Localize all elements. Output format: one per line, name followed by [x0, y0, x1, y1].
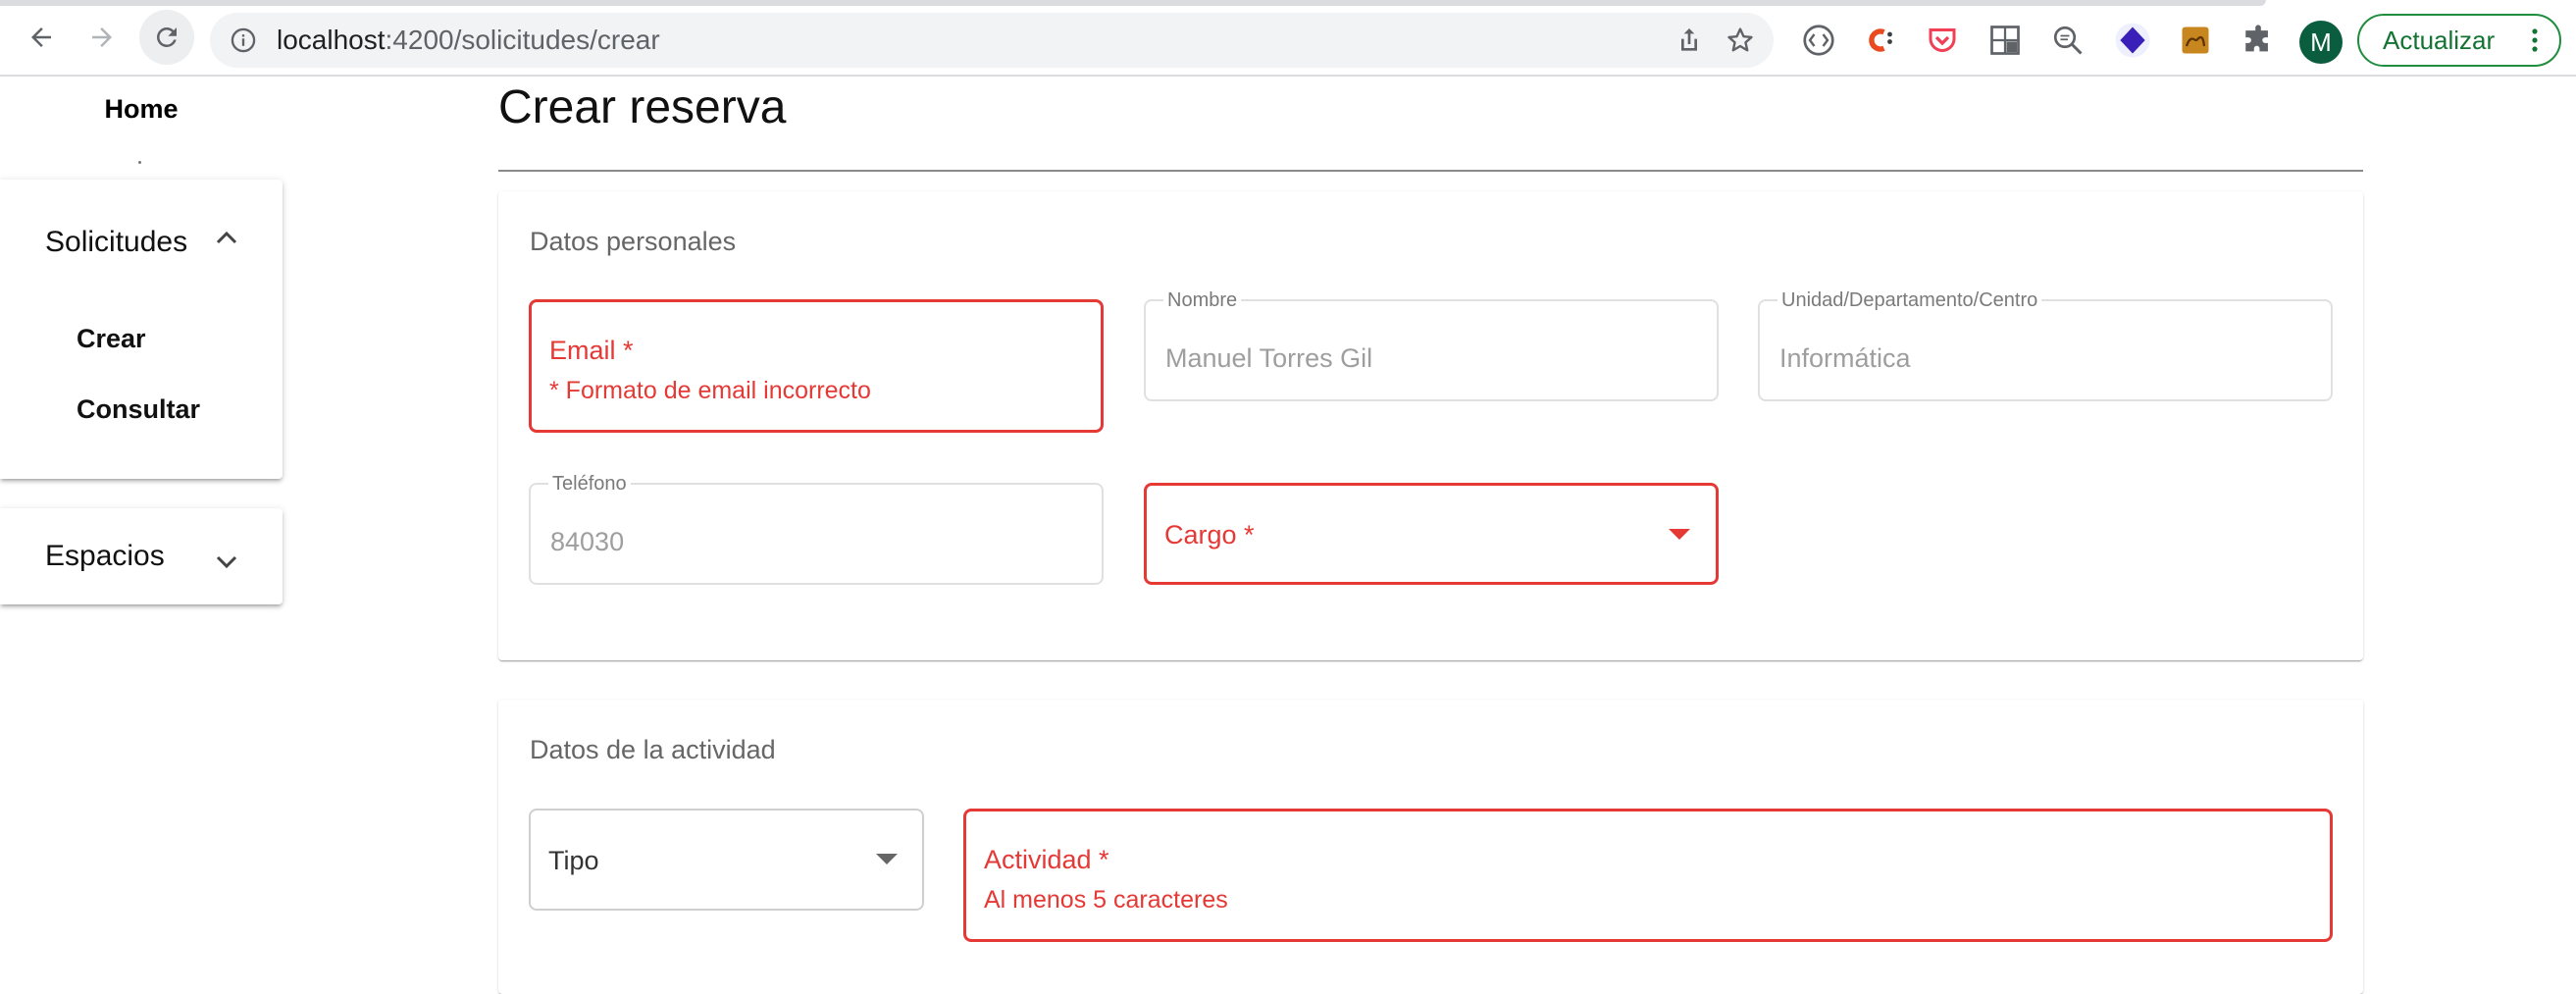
- email-label: Email *: [549, 336, 634, 365]
- camel-icon[interactable]: [2176, 21, 2215, 60]
- email-error-message: * Formato de email incorrecto: [549, 377, 871, 404]
- tipo-select[interactable]: Tipo: [529, 809, 924, 911]
- url-host: localhost: [277, 25, 386, 55]
- reload-icon: [157, 26, 177, 47]
- sidebar-section-solicitudes[interactable]: Solicitudes: [45, 226, 187, 259]
- activity-data-heading: Datos de la actividad: [530, 735, 776, 764]
- chevron-down-icon[interactable]: [212, 552, 241, 572]
- purple-diamond-icon[interactable]: [2113, 21, 2152, 60]
- share-icon[interactable]: [1674, 25, 1705, 56]
- profile-avatar[interactable]: M: [2299, 21, 2343, 64]
- sidebar-home-link[interactable]: Home: [0, 94, 283, 125]
- update-button-label: Actualizar: [2383, 25, 2496, 55]
- tipo-dropdown-arrow-icon: [876, 854, 898, 864]
- profile-initial: M: [2310, 26, 2332, 57]
- actividad-error-message: Al menos 5 caracteres: [984, 886, 1228, 914]
- update-button[interactable]: Actualizar: [2357, 14, 2561, 67]
- address-bar[interactable]: localhost:4200/solicitudes/crear: [210, 13, 1774, 68]
- telefono-field[interactable]: Teléfono 84030: [529, 473, 1104, 585]
- unidad-label: Unidad/Departamento/Centro: [1777, 289, 2042, 311]
- nombre-field[interactable]: Nombre Manuel Torres Gil: [1144, 289, 1719, 401]
- page-title: Crear reserva: [498, 81, 787, 133]
- zoom-text-icon[interactable]: [2048, 21, 2087, 60]
- nombre-value: Manuel Torres Gil: [1165, 343, 1373, 373]
- more-vert-icon[interactable]: [2532, 28, 2538, 52]
- unidad-value: Informática: [1779, 343, 1911, 373]
- email-field[interactable]: Email * * Formato de email incorrecto: [529, 299, 1104, 433]
- back-button[interactable]: [14, 10, 69, 65]
- sidebar-item-consultar[interactable]: Consultar: [77, 394, 200, 425]
- personal-data-heading: Datos personales: [530, 227, 737, 256]
- url-text[interactable]: localhost:4200/solicitudes/crear: [277, 13, 660, 68]
- cargo-select[interactable]: Cargo *: [1144, 483, 1719, 585]
- sidebar-divider-dot: [138, 161, 141, 164]
- cargo-dropdown-arrow-icon: [1669, 529, 1690, 540]
- chevron-up-icon[interactable]: [212, 228, 241, 247]
- nombre-label: Nombre: [1163, 289, 1242, 311]
- unidad-field[interactable]: Unidad/Departamento/Centro Informática: [1758, 289, 2333, 401]
- sidebar-panel-espacios: Espacios: [0, 508, 283, 604]
- screen-grid-icon[interactable]: [1985, 21, 2025, 60]
- cargo-label: Cargo *: [1164, 520, 1255, 549]
- puzzle-icon[interactable]: [2239, 21, 2278, 60]
- code-brackets-icon[interactable]: [1799, 21, 1838, 60]
- arrow-left-icon: [31, 27, 51, 47]
- bookmark-star-icon[interactable]: [1725, 25, 1756, 56]
- tipo-label: Tipo: [548, 846, 599, 875]
- title-divider: [498, 170, 2363, 172]
- c-extension-icon[interactable]: [1860, 21, 1899, 60]
- sidebar-panel-solicitudes: Solicitudes Crear Consultar: [0, 180, 283, 479]
- telefono-value: 84030: [550, 527, 625, 556]
- sidebar-section-espacios[interactable]: Espacios: [45, 540, 165, 573]
- browser-toolbar: localhost:4200/solicitudes/crear M Actua…: [0, 6, 2576, 77]
- personal-data-card: Datos personales Email * * Formato de em…: [498, 191, 2363, 660]
- arrow-right-icon: [92, 27, 112, 47]
- reload-button[interactable]: [139, 10, 194, 65]
- pocket-icon[interactable]: [1923, 21, 1962, 60]
- activity-data-card: Datos de la actividad Tipo Actividad * A…: [498, 700, 2363, 994]
- url-path: :4200/solicitudes/crear: [385, 25, 660, 55]
- actividad-field[interactable]: Actividad * Al menos 5 caracteres: [963, 809, 2333, 942]
- actividad-label: Actividad *: [984, 845, 1109, 874]
- sidebar-item-crear[interactable]: Crear: [77, 324, 146, 354]
- telefono-label: Teléfono: [548, 473, 631, 495]
- info-icon[interactable]: [230, 26, 257, 54]
- forward-button[interactable]: [75, 10, 129, 65]
